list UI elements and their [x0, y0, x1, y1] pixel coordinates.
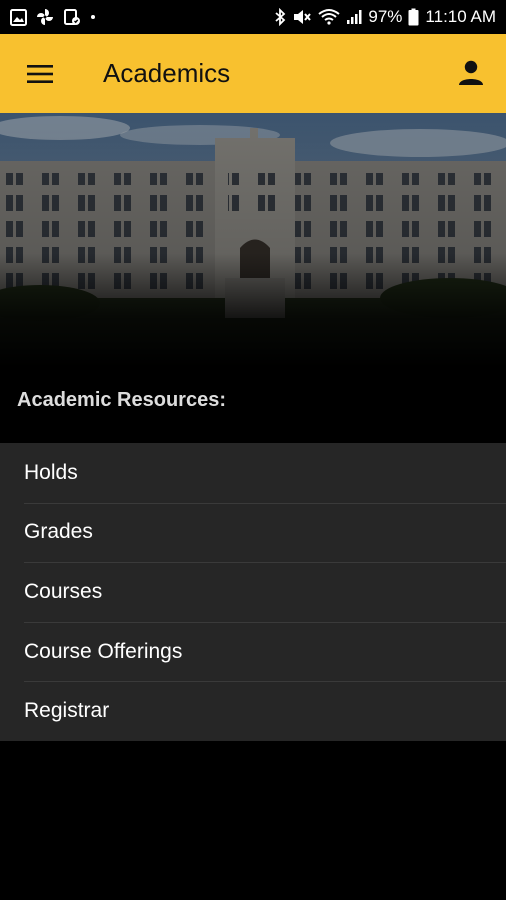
account-button[interactable] — [454, 56, 488, 90]
status-bar: 97% 11:10 AM — [0, 0, 506, 34]
battery-percent: 97% — [368, 7, 403, 26]
list-item-courses[interactable]: Courses — [0, 562, 506, 622]
pinwheel-icon — [36, 8, 54, 26]
app-bar: Academics — [0, 34, 506, 113]
dot-icon — [90, 14, 96, 20]
list-item-registrar[interactable]: Registrar — [0, 681, 506, 741]
clipboard-icon — [63, 8, 81, 26]
battery-icon — [408, 8, 419, 26]
clock: 11:10 AM — [425, 7, 496, 26]
status-bar-right: 97% 11:10 AM — [274, 7, 496, 27]
list-item-label: Registrar — [24, 699, 110, 723]
hamburger-menu-icon — [27, 65, 53, 83]
list-item-holds[interactable]: Holds — [0, 443, 506, 503]
bluetooth-icon — [274, 8, 286, 26]
list-item-label: Grades — [24, 520, 93, 544]
wifi-icon — [318, 8, 341, 26]
list-item-grades[interactable]: Grades — [0, 502, 506, 563]
page-title: Academics — [103, 58, 231, 88]
list-item-label: Course Offerings — [24, 639, 183, 663]
mute-icon — [292, 8, 312, 26]
section-title: Academic Resources: — [17, 389, 226, 411]
campus-building-image — [0, 113, 506, 368]
menu-button[interactable] — [24, 59, 56, 89]
signal-icon — [346, 9, 362, 25]
list-item-label: Holds — [24, 460, 78, 484]
list-item-course-offerings[interactable]: Course Offerings — [0, 621, 506, 682]
status-bar-left — [10, 8, 96, 26]
list-item-label: Courses — [24, 579, 103, 603]
person-icon — [459, 60, 483, 85]
hero-campus-image — [0, 113, 506, 368]
image-icon — [10, 8, 27, 26]
resource-list: Holds Grades Courses Course Offerings Re… — [0, 443, 506, 741]
